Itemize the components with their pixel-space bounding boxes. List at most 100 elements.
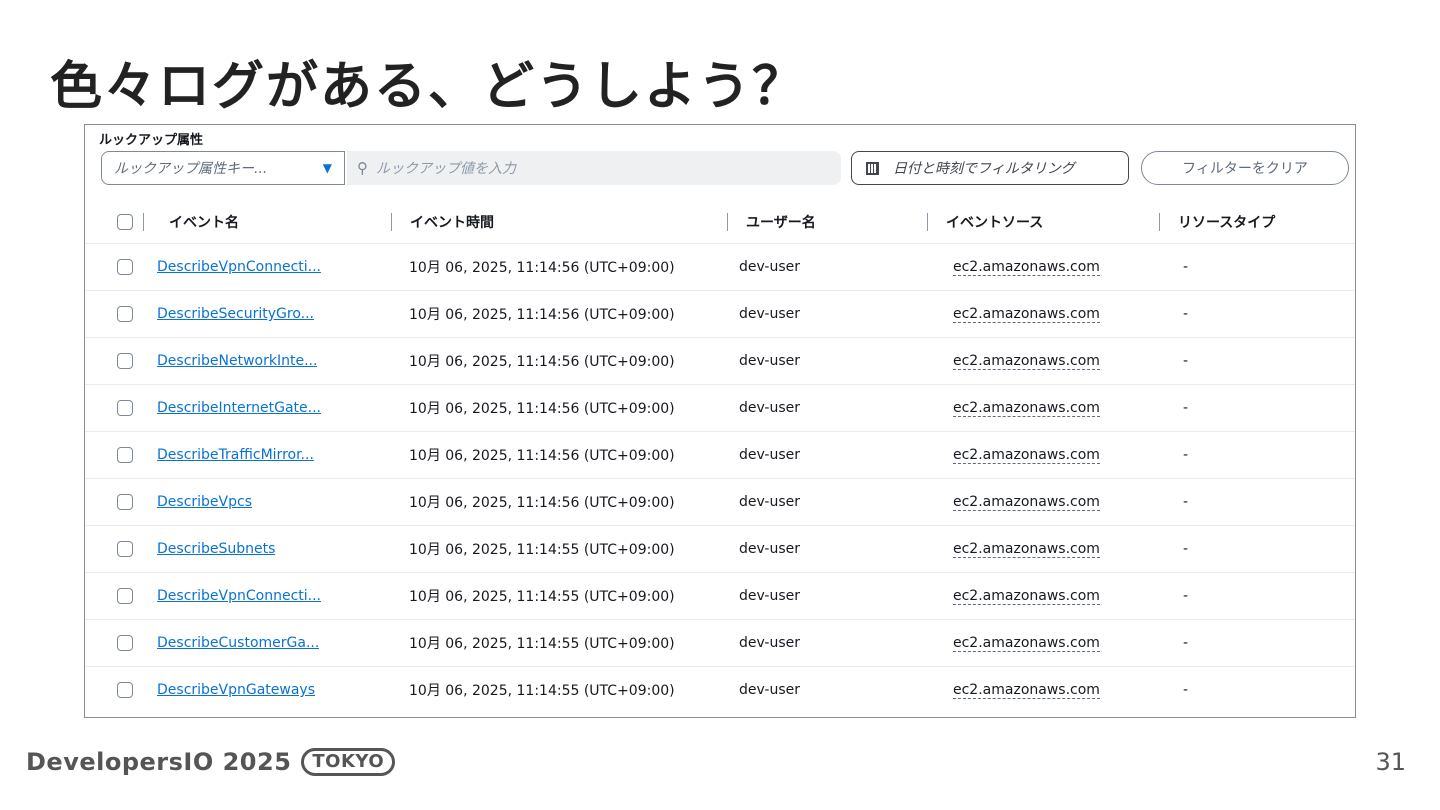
event-source-value[interactable]: ec2.amazonaws.com bbox=[953, 494, 1100, 511]
event-time-cell: 10月 06, 2025, 11:14:56 (UTC+09:00) bbox=[391, 290, 727, 338]
lookup-attribute-label: ルックアップ属性 bbox=[99, 133, 204, 148]
column-divider bbox=[727, 213, 728, 231]
slide-title: 色々ログがある、どうしよう？ bbox=[50, 57, 807, 117]
user-name-cell: dev-user bbox=[727, 572, 927, 620]
user-name-cell: dev-user bbox=[727, 243, 927, 291]
event-name-link[interactable]: DescribeNetworkInte... bbox=[157, 353, 317, 369]
row-checkbox[interactable] bbox=[117, 353, 133, 369]
lookup-value-input[interactable]: ⚲ ルックアップ値を入力 bbox=[347, 151, 841, 185]
resource-type-cell: - bbox=[1159, 337, 1355, 385]
table-row: DescribeSecurityGro... 10月 06, 2025, 11:1… bbox=[85, 290, 1355, 338]
brand-text: DevelopersIO 2025 bbox=[26, 748, 292, 776]
event-time-cell: 10月 06, 2025, 11:14:55 (UTC+09:00) bbox=[391, 666, 727, 713]
table-header-row: イベント名 イベント時間 ユーザー名 イベントソース リソースタイプ bbox=[85, 201, 1355, 244]
event-name-link[interactable]: DescribeVpcs bbox=[157, 494, 252, 510]
row-checkbox[interactable] bbox=[117, 682, 133, 698]
resource-type-cell: - bbox=[1159, 572, 1355, 620]
row-checkbox[interactable] bbox=[117, 541, 133, 557]
table-row: DescribeInternetGate... 10月 06, 2025, 11:… bbox=[85, 384, 1355, 432]
user-name-cell: dev-user bbox=[727, 619, 927, 667]
column-header-event-source[interactable]: イベントソース bbox=[927, 201, 1159, 244]
event-time-cell: 10月 06, 2025, 11:14:56 (UTC+09:00) bbox=[391, 384, 727, 432]
event-table-body: DescribeVpnConnecti... 10月 06, 2025, 11:1… bbox=[85, 243, 1355, 713]
date-time-filter-button[interactable]: 日付と時刻でフィルタリング bbox=[851, 151, 1129, 185]
row-checkbox[interactable] bbox=[117, 494, 133, 510]
caret-down-icon: ▼ bbox=[322, 161, 332, 175]
event-logo: DevelopersIO 2025 TOKYO bbox=[26, 748, 396, 776]
user-name-cell: dev-user bbox=[727, 666, 927, 713]
row-checkbox[interactable] bbox=[117, 588, 133, 604]
event-time-cell: 10月 06, 2025, 11:14:56 (UTC+09:00) bbox=[391, 243, 727, 291]
table-row: DescribeVpnGateways 10月 06, 2025, 11:14:5… bbox=[85, 666, 1355, 713]
event-source-value[interactable]: ec2.amazonaws.com bbox=[953, 447, 1100, 464]
event-source-value[interactable]: ec2.amazonaws.com bbox=[953, 541, 1100, 558]
column-header-resource-type[interactable]: リソースタイプ bbox=[1159, 201, 1355, 244]
event-source-value[interactable]: ec2.amazonaws.com bbox=[953, 259, 1100, 276]
table-row: DescribeVpnConnecti... 10月 06, 2025, 11:1… bbox=[85, 243, 1355, 291]
table-row: DescribeTrafficMirror... 10月 06, 2025, 11… bbox=[85, 431, 1355, 479]
column-divider bbox=[391, 213, 392, 231]
table-row: DescribeVpcs 10月 06, 2025, 11:14:56 (UTC+… bbox=[85, 478, 1355, 526]
event-time-cell: 10月 06, 2025, 11:14:56 (UTC+09:00) bbox=[391, 478, 727, 526]
column-header-label: リソースタイプ bbox=[1178, 215, 1276, 231]
event-source-value[interactable]: ec2.amazonaws.com bbox=[953, 588, 1100, 605]
resource-type-cell: - bbox=[1159, 243, 1355, 291]
event-name-link[interactable]: DescribeVpnConnecti... bbox=[157, 588, 321, 604]
lookup-attribute-value: ルックアップ属性キー... bbox=[114, 161, 268, 177]
date-time-filter-label: 日付と時刻でフィルタリング bbox=[893, 161, 1075, 177]
cloudtrail-event-history-panel: ルックアップ属性 ルックアップ属性キー... ▼ ⚲ ルックアップ値を入力 日付… bbox=[84, 124, 1356, 718]
user-name-cell: dev-user bbox=[727, 478, 927, 526]
resource-type-cell: - bbox=[1159, 478, 1355, 526]
event-name-link[interactable]: DescribeVpnGateways bbox=[157, 682, 315, 698]
table-row: DescribeVpnConnecti... 10月 06, 2025, 11:1… bbox=[85, 572, 1355, 620]
user-name-cell: dev-user bbox=[727, 384, 927, 432]
tokyo-badge: TOKYO bbox=[301, 748, 396, 776]
column-divider bbox=[1159, 213, 1160, 231]
resource-type-cell: - bbox=[1159, 431, 1355, 479]
event-name-link[interactable]: DescribeSubnets bbox=[157, 541, 275, 557]
calendar-icon bbox=[866, 161, 879, 175]
row-checkbox[interactable] bbox=[117, 635, 133, 651]
user-name-cell: dev-user bbox=[727, 525, 927, 573]
lookup-attribute-select[interactable]: ルックアップ属性キー... ▼ bbox=[101, 151, 345, 185]
event-name-link[interactable]: DescribeInternetGate... bbox=[157, 400, 321, 416]
resource-type-cell: - bbox=[1159, 384, 1355, 432]
table-row: DescribeNetworkInte... 10月 06, 2025, 11:1… bbox=[85, 337, 1355, 385]
column-header-user-name[interactable]: ユーザー名 bbox=[727, 201, 927, 244]
resource-type-cell: - bbox=[1159, 290, 1355, 338]
user-name-cell: dev-user bbox=[727, 337, 927, 385]
event-name-link[interactable]: DescribeCustomerGa... bbox=[157, 635, 319, 651]
event-source-value[interactable]: ec2.amazonaws.com bbox=[953, 306, 1100, 323]
event-time-cell: 10月 06, 2025, 11:14:55 (UTC+09:00) bbox=[391, 619, 727, 667]
column-divider bbox=[927, 213, 928, 231]
event-time-cell: 10月 06, 2025, 11:14:56 (UTC+09:00) bbox=[391, 431, 727, 479]
table-row: DescribeCustomerGa... 10月 06, 2025, 11:14… bbox=[85, 619, 1355, 667]
resource-type-cell: - bbox=[1159, 525, 1355, 573]
event-source-value[interactable]: ec2.amazonaws.com bbox=[953, 353, 1100, 370]
event-name-link[interactable]: DescribeSecurityGro... bbox=[157, 306, 314, 322]
user-name-cell: dev-user bbox=[727, 290, 927, 338]
event-source-value[interactable]: ec2.amazonaws.com bbox=[953, 682, 1100, 699]
event-name-link[interactable]: DescribeVpnConnecti... bbox=[157, 259, 321, 275]
event-time-cell: 10月 06, 2025, 11:14:55 (UTC+09:00) bbox=[391, 572, 727, 620]
resource-type-cell: - bbox=[1159, 619, 1355, 667]
column-header-event-time[interactable]: イベント時間 bbox=[391, 201, 727, 244]
column-header-label: イベント名 bbox=[169, 215, 239, 231]
lookup-value-placeholder: ルックアップ値を入力 bbox=[376, 161, 516, 177]
table-row: DescribeSubnets 10月 06, 2025, 11:14:55 (U… bbox=[85, 525, 1355, 573]
column-header-label: ユーザー名 bbox=[746, 215, 816, 231]
event-source-value[interactable]: ec2.amazonaws.com bbox=[953, 635, 1100, 652]
resource-type-cell: - bbox=[1159, 666, 1355, 713]
page-number: 31 bbox=[1375, 748, 1406, 776]
row-checkbox[interactable] bbox=[117, 259, 133, 275]
column-header-event-name[interactable]: イベント名 bbox=[157, 201, 391, 244]
clear-filter-button[interactable]: フィルターをクリア bbox=[1141, 151, 1349, 185]
row-checkbox[interactable] bbox=[117, 306, 133, 322]
row-checkbox[interactable] bbox=[117, 447, 133, 463]
row-checkbox[interactable] bbox=[117, 400, 133, 416]
user-name-cell: dev-user bbox=[727, 431, 927, 479]
event-source-value[interactable]: ec2.amazonaws.com bbox=[953, 400, 1100, 417]
select-all-checkbox[interactable] bbox=[117, 214, 133, 230]
event-time-cell: 10月 06, 2025, 11:14:56 (UTC+09:00) bbox=[391, 337, 727, 385]
event-name-link[interactable]: DescribeTrafficMirror... bbox=[157, 447, 314, 463]
